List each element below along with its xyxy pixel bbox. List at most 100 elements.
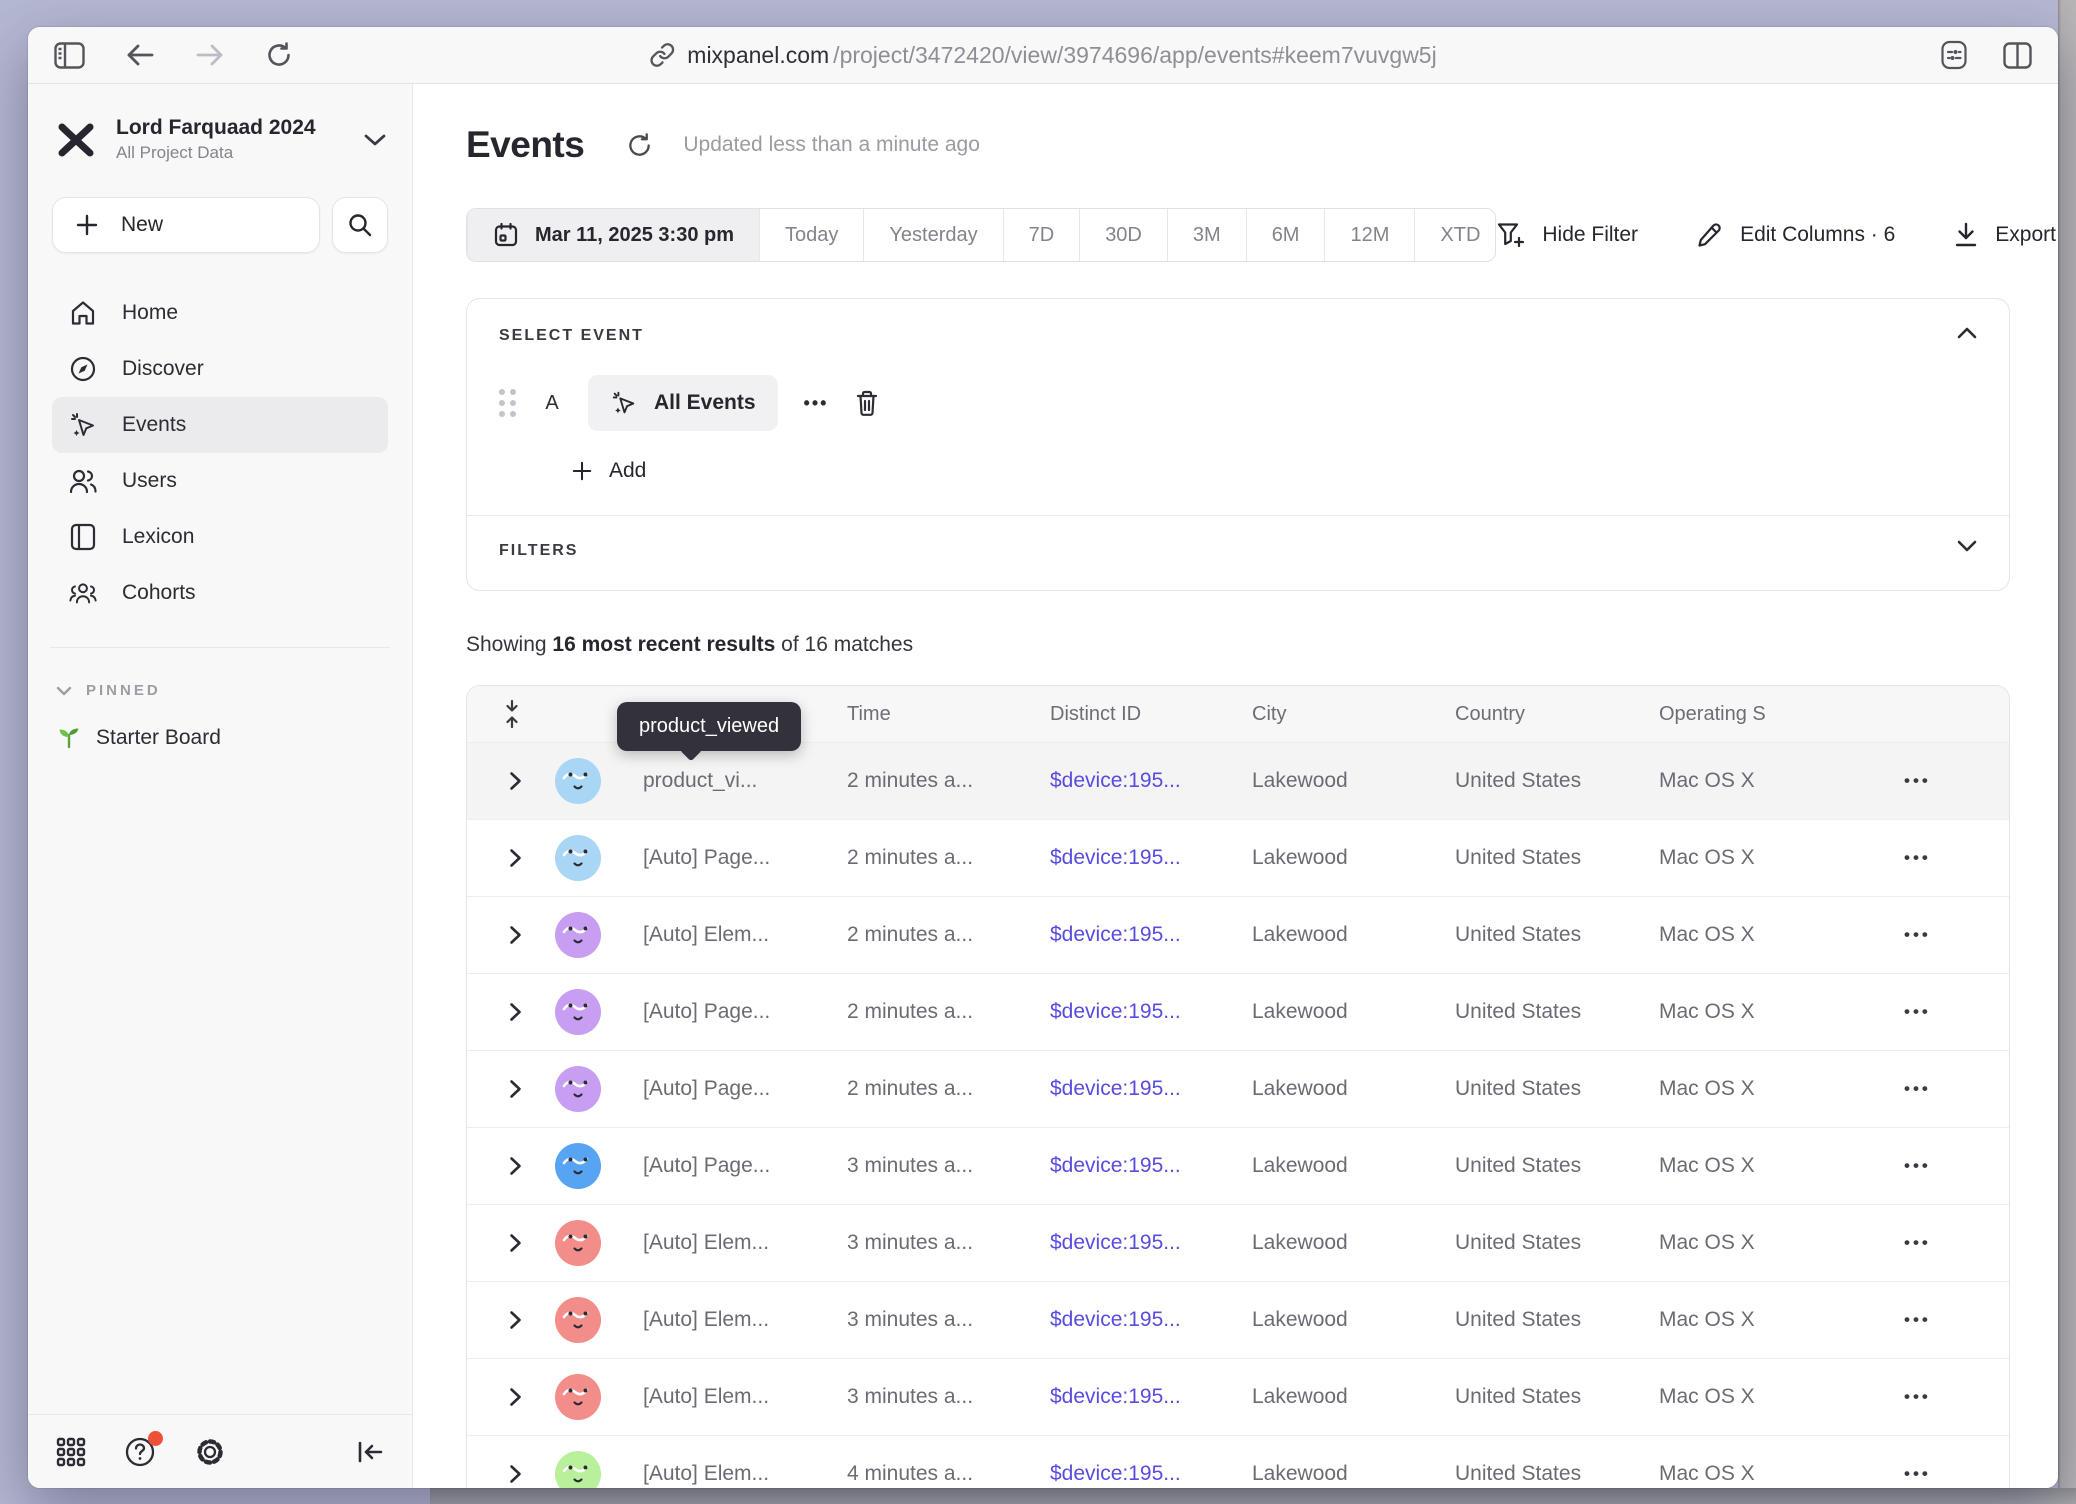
row-menu-button[interactable]: ••• [1874,1464,2009,1484]
date-range-segment[interactable]: 3M [1167,209,1246,261]
date-range-segment[interactable]: 6M [1246,209,1325,261]
sidebar-item-starter-board[interactable]: Starter Board [52,725,388,751]
forward-button[interactable] [195,43,225,67]
event-selector-pill[interactable]: All Events [588,375,778,431]
hide-filter-button[interactable]: Hide Filter [1496,221,1638,249]
table-row[interactable]: [Auto] Page... 2 minutes a... $device:19… [467,820,2009,897]
sidebar-toggle-icon[interactable] [54,42,85,69]
trash-icon[interactable] [854,389,880,417]
sidebar: Lord Farquaad 2024 All Project Data New [28,84,413,1488]
expand-chevron-icon[interactable] [467,1079,541,1099]
page-settings-icon[interactable] [1939,40,1969,70]
refresh-icon[interactable] [626,132,653,159]
column-header-time[interactable]: Time [847,703,1050,726]
os-cell: Mac OS X [1659,1231,1874,1255]
sidebar-item-events[interactable]: Events [52,397,388,453]
date-range-segment[interactable]: 7D [1003,209,1080,261]
distinct-id-link[interactable]: $device:195... [1050,769,1252,793]
settings-gear-icon[interactable] [194,1436,226,1468]
export-button[interactable]: Export [1953,221,2056,249]
expand-chevron-icon[interactable] [467,1387,541,1407]
seedling-icon [56,725,82,751]
city-cell: Lakewood [1252,1231,1455,1255]
table-row[interactable]: [Auto] Page... 2 minutes a... $device:19… [467,1051,2009,1128]
segment-label: 6M [1272,224,1300,247]
avatar-cell [541,989,643,1035]
distinct-id-link[interactable]: $device:195... [1050,1308,1252,1332]
drag-handle[interactable] [499,389,516,417]
distinct-id-link[interactable]: $device:195... [1050,1000,1252,1024]
chevron-down-icon[interactable] [1957,540,1977,552]
sidebar-item-lexicon[interactable]: Lexicon [52,509,388,565]
sidebar-item-home[interactable]: Home [52,285,388,341]
date-range-segment[interactable]: Mar 11, 2025 3:30 pm [467,209,759,261]
distinct-id-link[interactable]: $device:195... [1050,1462,1252,1486]
row-menu-button[interactable]: ••• [1874,1002,2009,1022]
new-button[interactable]: New [52,197,320,253]
expand-chevron-icon[interactable] [467,848,541,868]
table-row[interactable]: product_vi... 2 minutes a... $device:195… [467,743,2009,820]
table-row[interactable]: [Auto] Page... 2 minutes a... $device:19… [467,974,2009,1051]
sidebar-item-cohorts[interactable]: Cohorts [52,565,388,621]
expand-chevron-icon[interactable] [467,1233,541,1253]
distinct-id-link[interactable]: $device:195... [1050,846,1252,870]
date-range-segment[interactable]: Yesterday [863,209,1002,261]
os-cell: Mac OS X [1659,769,1874,793]
expand-chevron-icon[interactable] [467,1310,541,1330]
expand-chevron-icon[interactable] [467,771,541,791]
row-menu-button[interactable]: ••• [1874,771,2009,791]
country-cell: United States [1455,1077,1659,1101]
expand-chevron-icon[interactable] [467,925,541,945]
row-menu-button[interactable]: ••• [1874,925,2009,945]
table-row[interactable]: [Auto] Elem... 4 minutes a... $device:19… [467,1436,2009,1488]
table-row[interactable]: [Auto] Page... 3 minutes a... $device:19… [467,1128,2009,1205]
distinct-id-link[interactable]: $device:195... [1050,1077,1252,1101]
distinct-id-link[interactable]: $device:195... [1050,1231,1252,1255]
column-header-city[interactable]: City [1252,703,1455,726]
date-range-segment[interactable]: Today [759,209,863,261]
search-button[interactable] [332,197,388,253]
expand-chevron-icon[interactable] [467,1464,541,1484]
cohorts-icon [68,580,98,606]
expand-chevron-icon[interactable] [467,1156,541,1176]
column-header-distinct-id[interactable]: Distinct ID [1050,703,1252,726]
help-icon[interactable] [124,1436,156,1468]
table-row[interactable]: [Auto] Elem... 2 minutes a... $device:19… [467,897,2009,974]
country-cell: United States [1455,1308,1659,1332]
split-view-icon[interactable] [2003,42,2032,69]
event-more-menu[interactable]: ••• [804,393,829,414]
table-row[interactable]: [Auto] Elem... 3 minutes a... $device:19… [467,1282,2009,1359]
distinct-id-link[interactable]: $device:195... [1050,923,1252,947]
collapse-sidebar-icon[interactable] [356,1440,384,1464]
back-button[interactable] [125,43,155,67]
sidebar-item-users[interactable]: Users [52,453,388,509]
sidebar-item-discover[interactable]: Discover [52,341,388,397]
edit-columns-button[interactable]: Edit Columns · 6 [1696,221,1895,249]
row-menu-button[interactable]: ••• [1874,1233,2009,1253]
date-range-segment[interactable]: 12M [1324,209,1414,261]
url-bar[interactable]: mixpanel.com/project/3472420/view/397469… [649,27,1436,83]
expand-chevron-icon[interactable] [467,1002,541,1022]
pinned-section-toggle[interactable]: PINNED [52,682,388,699]
row-menu-button[interactable]: ••• [1874,1156,2009,1176]
row-menu-button[interactable]: ••• [1874,1310,2009,1330]
column-header-country[interactable]: Country [1455,703,1659,726]
table-row[interactable]: [Auto] Elem... 3 minutes a... $device:19… [467,1359,2009,1436]
collapse-rows-icon[interactable] [467,699,541,729]
row-menu-button[interactable]: ••• [1874,1387,2009,1407]
table-row[interactable]: [Auto] Elem... 3 minutes a... $device:19… [467,1205,2009,1282]
column-header-os[interactable]: Operating S [1659,703,1874,726]
distinct-id-link[interactable]: $device:195... [1050,1385,1252,1409]
date-range-segment[interactable]: 30D [1079,209,1167,261]
row-menu-button[interactable]: ••• [1874,1079,2009,1099]
date-range-segment[interactable]: XTD [1414,209,1496,261]
add-event-button[interactable]: Add [571,459,1977,483]
add-button-label: Add [609,459,646,483]
chevron-up-icon[interactable] [1957,327,1977,339]
filter-funnel-icon [1496,221,1526,249]
apps-grid-icon[interactable] [56,1437,86,1467]
workspace-switcher[interactable]: Lord Farquaad 2024 All Project Data [52,112,388,163]
distinct-id-link[interactable]: $device:195... [1050,1154,1252,1178]
row-menu-button[interactable]: ••• [1874,848,2009,868]
reload-button[interactable] [265,41,293,69]
